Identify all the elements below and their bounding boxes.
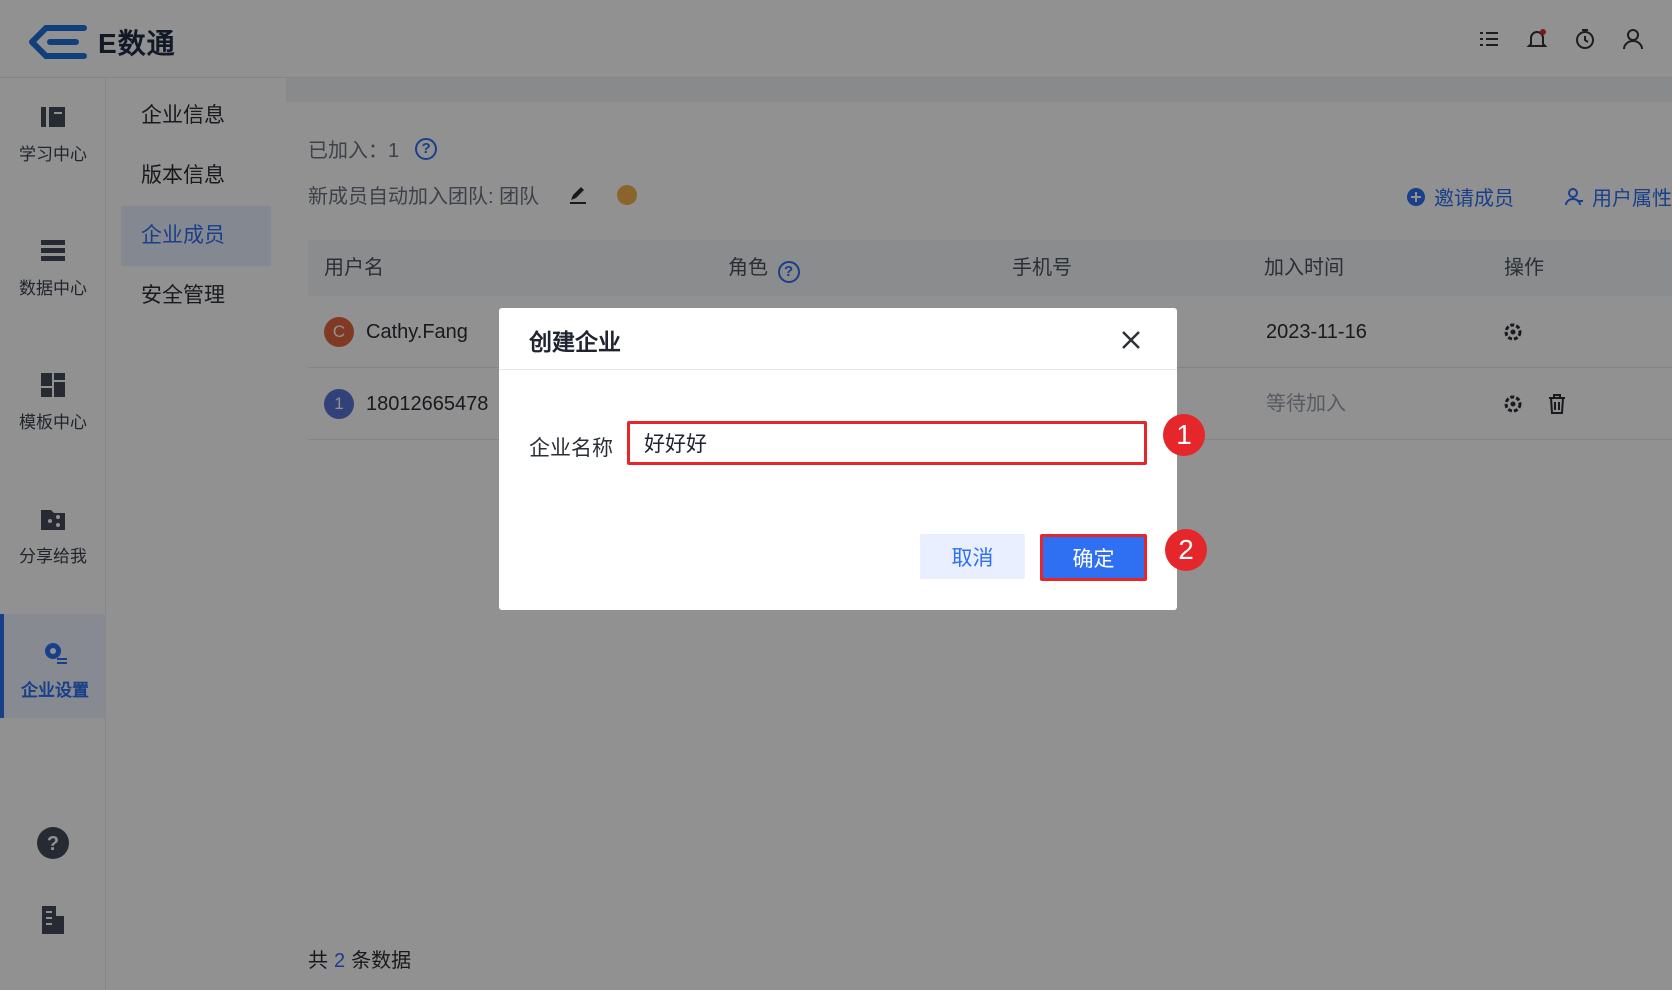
enterprise-name-input[interactable]	[627, 421, 1147, 465]
enterprise-name-label: 企业名称	[529, 437, 613, 460]
dialog-divider	[499, 369, 1177, 370]
confirm-button[interactable]: 确定	[1040, 534, 1147, 581]
dialog-title: 创建企业	[529, 329, 621, 355]
create-enterprise-dialog: 创建企业 企业名称 取消 确定	[499, 308, 1177, 610]
cancel-button[interactable]: 取消	[920, 534, 1025, 579]
close-icon[interactable]	[1117, 326, 1145, 354]
step-badge-1: 1	[1163, 414, 1205, 456]
step-badge-2: 2	[1165, 529, 1207, 571]
